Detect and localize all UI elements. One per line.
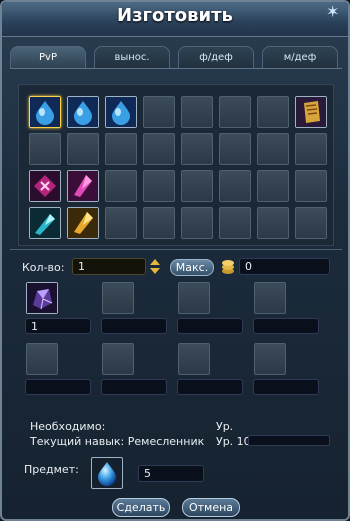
section-divider — [10, 249, 342, 250]
gold-crystal-icon — [68, 208, 98, 238]
ingredient-count-field — [177, 379, 243, 395]
item-slot[interactable] — [91, 457, 123, 489]
ingredient-count-field: 1 — [25, 318, 91, 334]
recipe-slot[interactable] — [105, 170, 137, 202]
required-label: Необходимо: — [30, 420, 106, 433]
craft-window: Изготовить ✶ PvP вынос. ф/деф м/деф Кол-… — [0, 0, 350, 521]
ingredient-count-field — [101, 318, 167, 334]
tab-bar: PvP вынос. ф/деф м/деф — [10, 46, 342, 68]
coins-field: 0 — [239, 258, 330, 275]
cancel-button[interactable]: Отмена — [182, 498, 240, 517]
ingredient-slot[interactable] — [178, 343, 210, 375]
recipe-slot[interactable] — [67, 170, 99, 202]
recipe-slot[interactable] — [257, 207, 289, 239]
recipe-slot[interactable] — [295, 170, 327, 202]
ingredient-count-field — [253, 379, 319, 395]
recipe-slot[interactable] — [29, 133, 61, 165]
recipe-slot[interactable] — [181, 133, 213, 165]
recipe-slot[interactable] — [257, 96, 289, 128]
ingredient-slot[interactable] — [26, 282, 58, 314]
ingredient-count-field — [25, 379, 91, 395]
purple-ore-icon — [27, 283, 57, 313]
recipe-slot[interactable] — [219, 207, 251, 239]
recipe-slot[interactable] — [257, 133, 289, 165]
blue-drop-gem-icon — [98, 462, 116, 486]
max-button[interactable]: Макс. — [170, 259, 214, 276]
ingredient-slot[interactable] — [254, 343, 286, 375]
window-title: Изготовить — [117, 5, 233, 26]
ingredient-count-field — [253, 318, 319, 334]
recipe-slot[interactable] — [181, 96, 213, 128]
skill-level-label: Ур. 10 — [216, 435, 251, 448]
recipe-slot[interactable] — [181, 170, 213, 202]
tab-m-def[interactable]: м/деф — [262, 46, 338, 68]
recipe-slot[interactable] — [29, 170, 61, 202]
ingredient-slot[interactable] — [102, 282, 134, 314]
recipe-slot[interactable] — [143, 96, 175, 128]
required-level-label: Ур. — [216, 420, 234, 433]
tab-vynos[interactable]: вынос. — [94, 46, 170, 68]
qty-input[interactable]: 1 — [72, 258, 146, 275]
ingredient-slot[interactable] — [178, 282, 210, 314]
recipe-slot[interactable] — [67, 133, 99, 165]
recipe-slot[interactable] — [219, 96, 251, 128]
recipe-slot[interactable] — [143, 207, 175, 239]
recipe-slot[interactable] — [219, 170, 251, 202]
ingredient-count-field — [177, 318, 243, 334]
stepper-arrows-icon — [150, 259, 160, 274]
qty-stepper[interactable] — [149, 258, 161, 275]
recipe-slot[interactable] — [105, 133, 137, 165]
teal-crystal-icon — [30, 208, 60, 238]
close-icon[interactable]: ✶ — [326, 4, 342, 20]
recipe-slot[interactable] — [67, 96, 99, 128]
ingredient-count-field — [101, 379, 167, 395]
recipe-slot[interactable] — [181, 207, 213, 239]
recipe-slot[interactable] — [105, 207, 137, 239]
title-bar[interactable]: Изготовить ✶ — [2, 2, 348, 37]
qty-label: Кол-во: — [22, 261, 65, 274]
purple-rune-icon — [30, 171, 60, 201]
recipe-slot[interactable] — [295, 133, 327, 165]
blue-drop-gem-icon — [68, 97, 98, 127]
recipe-slot[interactable] — [295, 207, 327, 239]
recipe-slot[interactable] — [295, 96, 327, 128]
tab-divider — [10, 68, 342, 69]
recipe-slot[interactable] — [67, 207, 99, 239]
blue-drop-gem-icon — [106, 97, 136, 127]
tab-pvp[interactable]: PvP — [10, 46, 86, 68]
recipe-grid — [18, 84, 334, 246]
skill-progress-bar — [248, 435, 330, 446]
coins-icon — [220, 258, 236, 275]
recipe-slot[interactable] — [257, 170, 289, 202]
recipe-slot[interactable] — [143, 170, 175, 202]
recipe-slot[interactable] — [29, 207, 61, 239]
pink-crystal-icon — [68, 171, 98, 201]
make-button[interactable]: Сделать — [112, 498, 170, 517]
tab-f-def[interactable]: ф/деф — [178, 46, 254, 68]
gold-scroll-icon — [296, 97, 326, 127]
recipe-slot[interactable] — [219, 133, 251, 165]
ingredient-slot[interactable] — [102, 343, 134, 375]
item-label: Предмет: — [24, 463, 79, 476]
ingredient-slot[interactable] — [254, 282, 286, 314]
skill-label: Текущий навык: Ремесленник — [30, 435, 205, 448]
blue-drop-gem-icon — [30, 97, 60, 127]
item-count-field: 5 — [138, 465, 204, 482]
recipe-slot[interactable] — [105, 96, 137, 128]
ingredient-slot[interactable] — [26, 343, 58, 375]
recipe-slot[interactable] — [29, 96, 61, 128]
recipe-slot[interactable] — [143, 133, 175, 165]
